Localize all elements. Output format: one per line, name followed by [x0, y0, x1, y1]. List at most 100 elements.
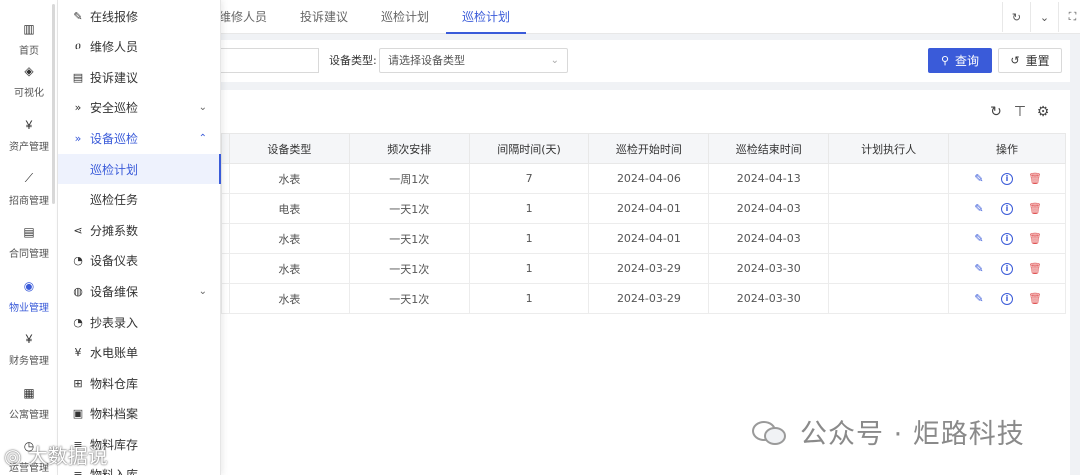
- table-row: 水表 一天1次 1 2024-03-29 2024-03-30 ✎ i 🗑: [221, 283, 1066, 314]
- delete-icon[interactable]: 🗑: [1028, 202, 1042, 215]
- chevron-down-icon[interactable]: ⌄: [1030, 2, 1058, 32]
- info-icon[interactable]: i: [1001, 202, 1014, 215]
- submenu-label: 巡检任务: [90, 192, 139, 207]
- table-cell: 2024-03-30: [708, 253, 830, 284]
- delete-icon[interactable]: 🗑: [1028, 232, 1042, 245]
- column-header-hidden: [221, 133, 230, 164]
- submenu-label: 分摊系数: [90, 223, 139, 238]
- submenu-item-online-repair[interactable]: ✎ 在线报修: [58, 1, 221, 31]
- table-row: 水表 一天1次 1 2024-03-29 2024-03-30 ✎ i 🗑: [221, 253, 1066, 284]
- chevron-down-icon: ⌄: [198, 101, 207, 113]
- submenu-label: 设备仪表: [90, 253, 139, 268]
- search-input[interactable]: [221, 48, 319, 73]
- submenu-item-maintenance[interactable]: ◍ 设备维保 ⌄: [58, 276, 221, 306]
- device-type-select[interactable]: 请选择设备类型 ⌄: [379, 48, 568, 73]
- column-header: 间隔时间(天): [468, 133, 590, 164]
- table-cell: 水表: [228, 223, 350, 254]
- table-cell: 2024-03-29: [588, 253, 710, 284]
- refresh-icon[interactable]: ↻: [988, 103, 1004, 119]
- actions-cell: ✎ i 🗑: [948, 253, 1066, 284]
- info-icon[interactable]: i: [1001, 232, 1014, 245]
- device-type-label: 设备类型:: [329, 54, 377, 67]
- delete-icon[interactable]: 🗑: [1028, 292, 1042, 305]
- table-cell: [828, 193, 950, 224]
- submenu-label: 安全巡检: [90, 100, 139, 115]
- info-icon[interactable]: i: [1001, 262, 1014, 275]
- left-rail: ▥ 首页 ◈ 可视化 ¥ 资产管理 ⟋ 招商管理 ▤ 合同管理 ◉ 物业管理 ¥…: [0, 0, 58, 475]
- rail-item-property[interactable]: ◉ 物业管理: [0, 270, 58, 322]
- submenu-label: 设备维保: [90, 284, 139, 299]
- column-header: 计划执行人: [828, 133, 950, 164]
- submenu-item-utility-bill[interactable]: ¥ 水电账单: [58, 337, 221, 367]
- submenu-item-meter-entry[interactable]: ◔ 抄表录入: [58, 307, 221, 337]
- reset-icon: ↺: [1010, 54, 1020, 67]
- info-icon[interactable]: i: [1001, 292, 1014, 305]
- table-cell: 2024-03-30: [708, 283, 830, 314]
- submenu-item-warehouse[interactable]: ⊞ 物料仓库: [58, 368, 221, 398]
- edit-icon[interactable]: ✎: [973, 232, 985, 245]
- refresh-icon[interactable]: ↻: [1002, 2, 1030, 32]
- column-header: 频次安排: [348, 133, 470, 164]
- table-cell: 2024-03-29: [588, 283, 710, 314]
- submenu-item-material-archive[interactable]: ▣ 物料档案: [58, 398, 221, 428]
- submenu-label: 抄表录入: [90, 315, 139, 330]
- watermark-text: 公众号 · 炬路科技: [800, 419, 1025, 450]
- tab-complaints[interactable]: 投诉建议: [300, 0, 348, 34]
- tab-inspection-plan-active[interactable]: 巡检计划: [446, 0, 527, 34]
- submenu-item-equipment-inspection[interactable]: » 设备巡检 ⌃: [58, 123, 221, 153]
- delete-icon[interactable]: 🗑: [1028, 172, 1042, 185]
- rail-item-contract[interactable]: ▤ 合同管理: [0, 216, 58, 268]
- submenu-item-allocation[interactable]: ⋖ 分摊系数: [58, 215, 221, 245]
- tab-inspection-plan-1[interactable]: 巡检计划: [381, 0, 429, 34]
- rail-item-asset[interactable]: ¥ 资产管理: [0, 109, 58, 161]
- column-height-icon[interactable]: ⊤: [1012, 103, 1028, 119]
- edit-icon[interactable]: ✎: [973, 172, 985, 185]
- table-cell: 1: [468, 223, 590, 254]
- actions-cell: ✎ i 🗑: [948, 163, 1066, 194]
- gauge-icon: ◔: [73, 253, 83, 267]
- submenu-item-complaints[interactable]: ▤ 投诉建议: [58, 62, 221, 92]
- rail-item-visualize[interactable]: ◈ 可视化: [0, 55, 58, 107]
- edit-icon[interactable]: ✎: [973, 262, 985, 275]
- rail-label: 财务管理: [9, 355, 49, 367]
- submenu-item-meters[interactable]: ◔ 设备仪表: [58, 245, 221, 275]
- table-cell: 一天1次: [348, 223, 470, 254]
- tab-bar: 维修人员 投诉建议 巡检计划 巡检计划 ↻ ⌄ ⛶: [219, 0, 1080, 34]
- settings-icon[interactable]: ⚙: [1035, 103, 1051, 119]
- fullscreen-icon[interactable]: ⛶: [1058, 2, 1080, 32]
- share-icon: ⋖: [73, 223, 83, 237]
- table-cell: 水表: [228, 283, 350, 314]
- rail-item-investment[interactable]: ⟋ 招商管理: [0, 163, 58, 215]
- rail-item-finance[interactable]: ¥ 财务管理: [0, 323, 58, 375]
- table-cell: 1: [468, 283, 590, 314]
- submenu-item-inspection-plan[interactable]: 巡检计划: [58, 154, 221, 184]
- chevron-down-icon: ⌄: [198, 285, 207, 297]
- rail-item-apartment[interactable]: ▦ 公寓管理: [0, 377, 58, 429]
- reset-button[interactable]: ↺ 重置: [998, 48, 1062, 73]
- rail-label: 资产管理: [9, 141, 49, 153]
- submenu-label: 物料档案: [90, 406, 139, 421]
- submenu-item-repair-staff[interactable]: ዐ 维修人员: [58, 31, 221, 61]
- select-placeholder: 请选择设备类型: [388, 54, 465, 67]
- table-row: 水表 一周1次 7 2024-04-06 2024-04-13 ✎ i 🗑: [221, 163, 1066, 194]
- table-cell: 电表: [228, 193, 350, 224]
- table-cell: 水表: [228, 253, 350, 284]
- submenu-item-inspection-task[interactable]: 巡检任务: [58, 184, 221, 214]
- watermark: 公众号 · 炬路科技: [752, 412, 1025, 451]
- chevron-up-icon: ⌃: [198, 132, 207, 144]
- rail-label: 公寓管理: [9, 409, 49, 421]
- edit-icon[interactable]: ✎: [973, 202, 985, 215]
- table-cell: 1: [468, 193, 590, 224]
- delete-icon[interactable]: 🗑: [1028, 262, 1042, 275]
- tab-repair-staff[interactable]: 维修人员: [219, 0, 267, 34]
- reset-label: 重置: [1025, 54, 1050, 68]
- query-button[interactable]: ⚲ 查询: [928, 48, 992, 73]
- submenu-label: 物料仓库: [90, 376, 139, 391]
- yen-icon: ¥: [74, 345, 82, 359]
- table-row: 电表 一天1次 1 2024-04-01 2024-04-03 ✎ i 🗑: [221, 193, 1066, 224]
- edit-icon[interactable]: ✎: [973, 292, 985, 305]
- table-cell: [221, 283, 230, 314]
- contract-icon: ▤: [23, 224, 35, 239]
- info-icon[interactable]: i: [1001, 172, 1014, 185]
- submenu-item-safety-inspection[interactable]: » 安全巡检 ⌄: [58, 92, 221, 122]
